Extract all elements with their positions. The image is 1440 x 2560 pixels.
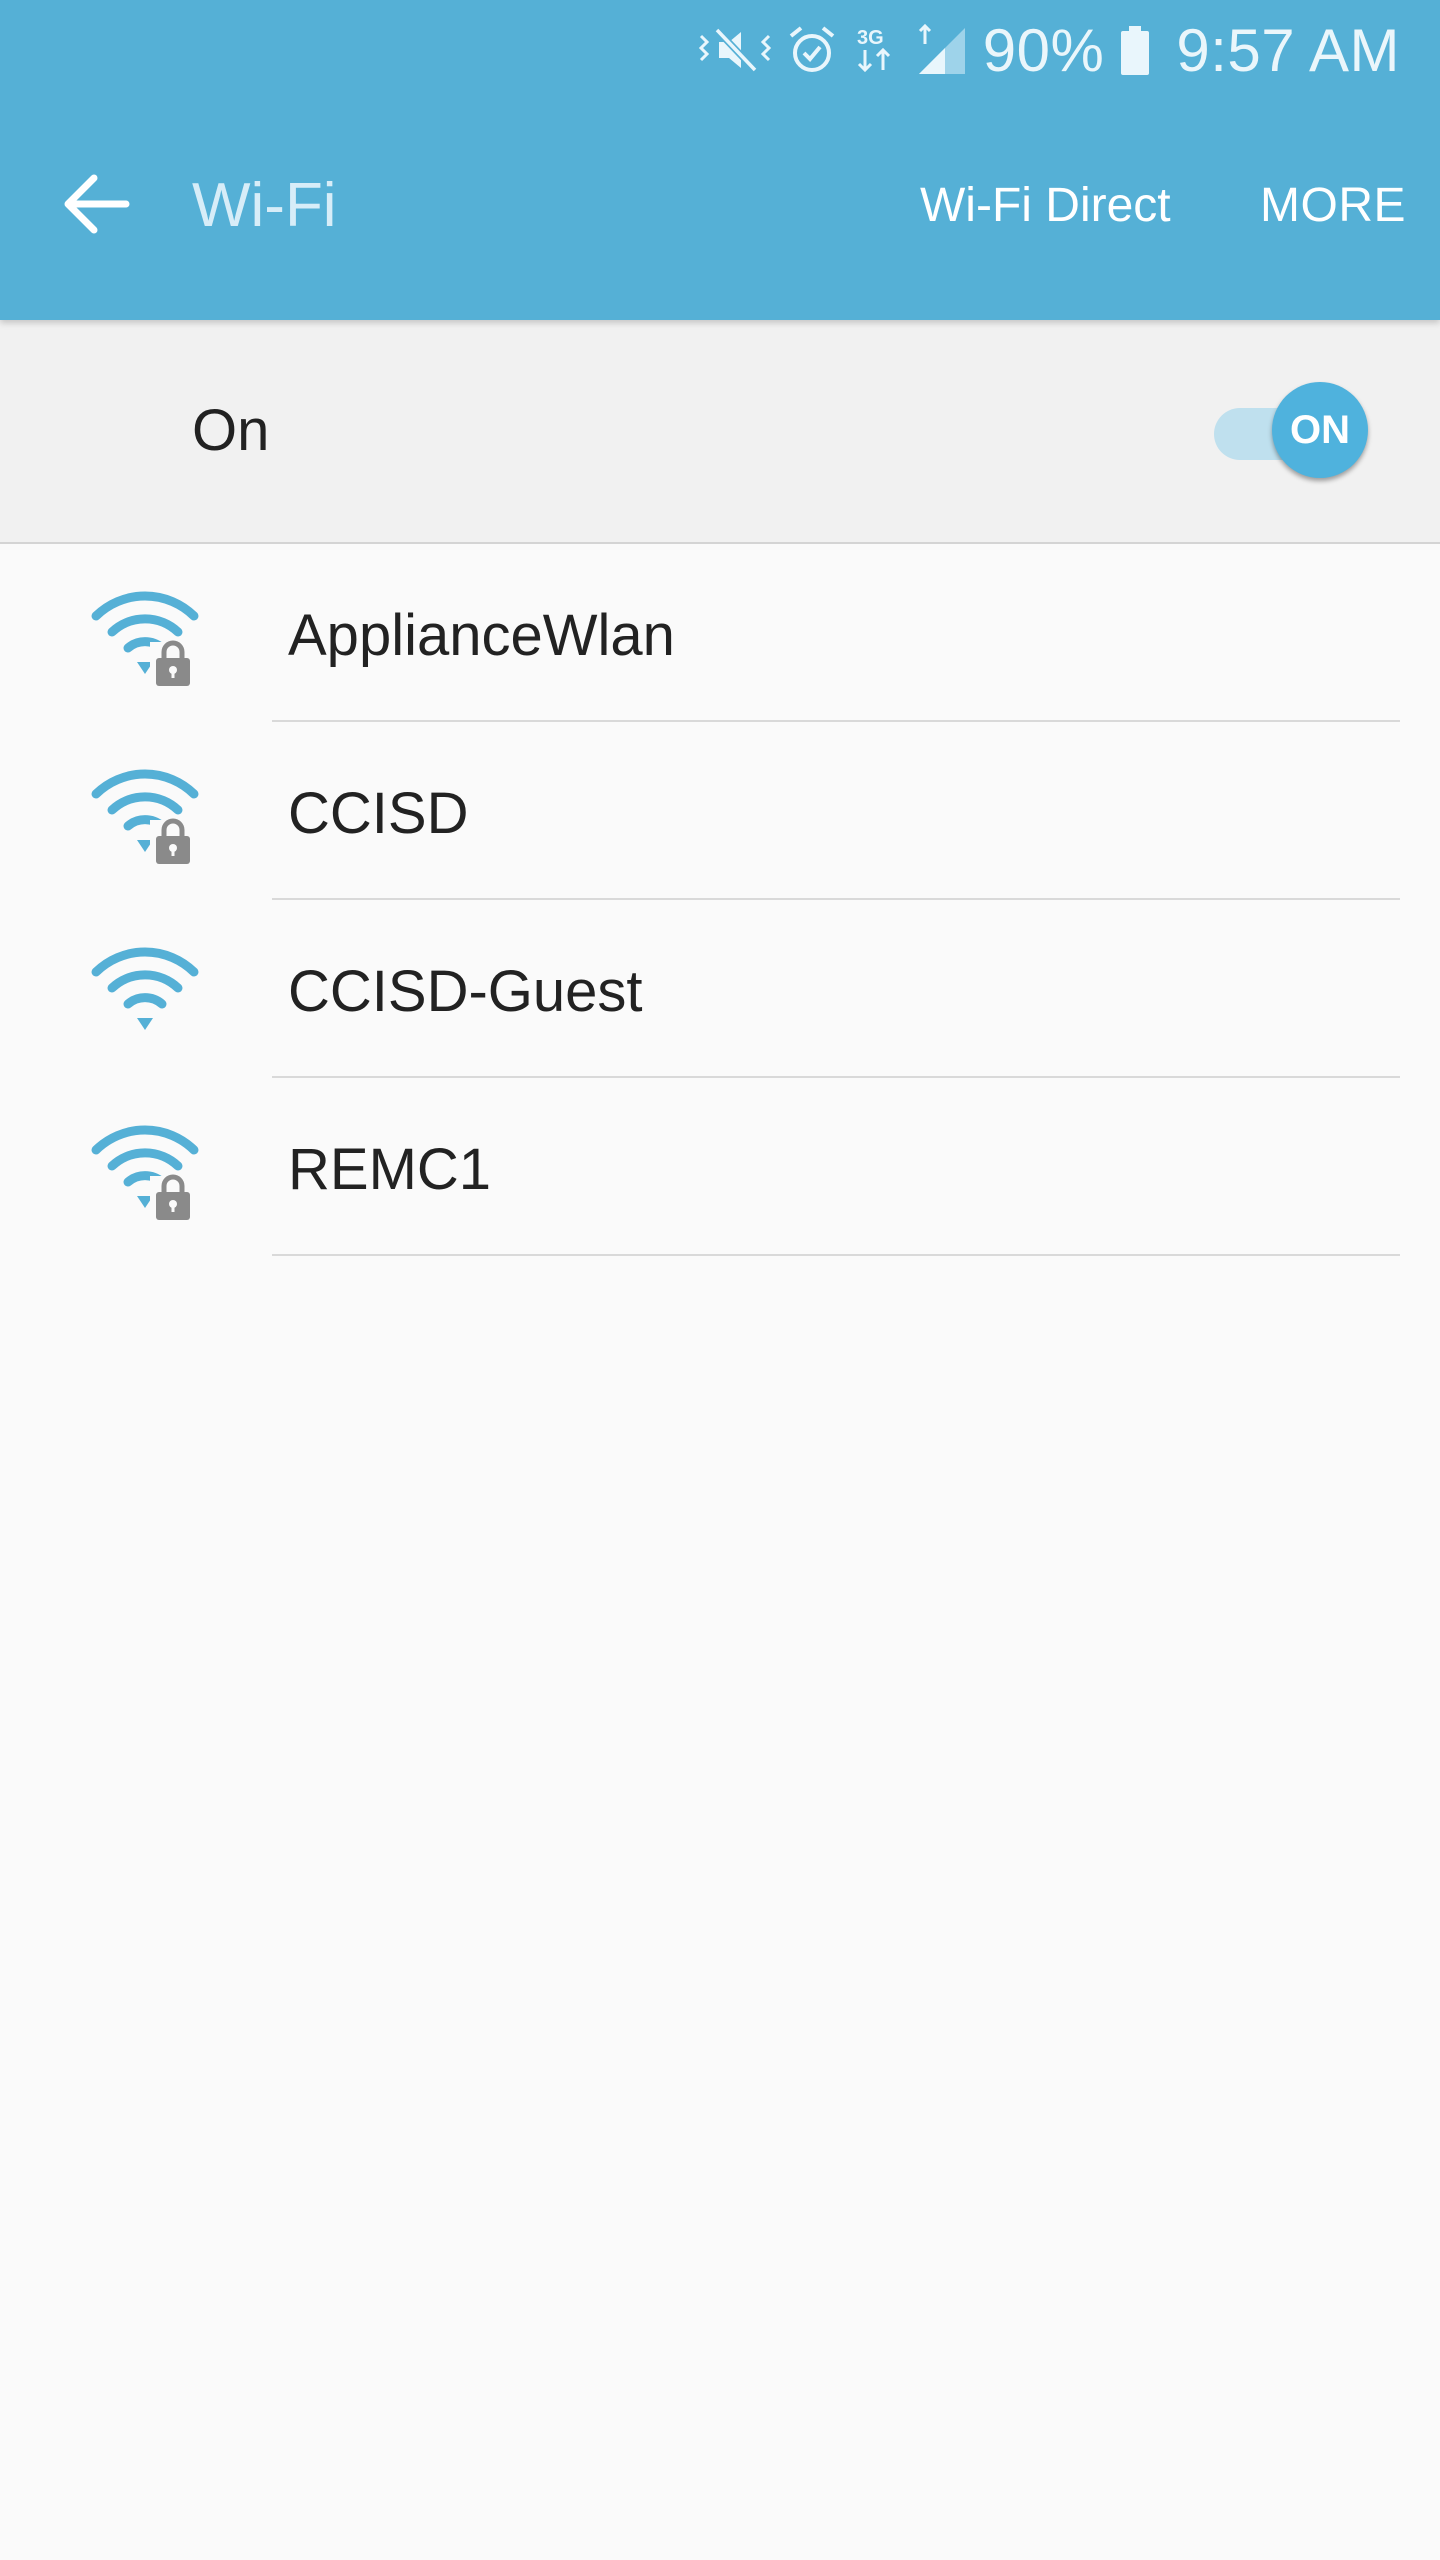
wifi-direct-button[interactable]: Wi-Fi Direct bbox=[920, 180, 1171, 232]
alarm-icon bbox=[787, 22, 837, 78]
wifi-secured-icon bbox=[90, 1124, 200, 1224]
wifi-master-switch-row[interactable]: On ON bbox=[0, 320, 1440, 544]
3g-data-icon: 3G bbox=[851, 22, 901, 78]
wifi-secured-icon bbox=[90, 590, 200, 690]
back-button[interactable] bbox=[48, 158, 144, 254]
network-item[interactable]: REMC1 bbox=[0, 1078, 1440, 1256]
network-name: ApplianceWlan bbox=[288, 603, 675, 668]
network-name: CCISD bbox=[288, 781, 469, 846]
svg-text:3G: 3G bbox=[857, 27, 884, 49]
network-item[interactable]: ApplianceWlan bbox=[0, 544, 1440, 722]
wifi-open-icon bbox=[90, 946, 200, 1046]
network-list: ApplianceWlan CCISD CCISD-Guest REMC1 bbox=[0, 544, 1440, 1256]
signal-icon bbox=[915, 22, 969, 78]
network-item[interactable]: CCISD-Guest bbox=[0, 900, 1440, 1078]
status-icons: 3G 90% 9:57 AM bbox=[697, 14, 1400, 86]
wifi-settings-screen: 3G 90% 9:57 AM Wi-Fi Wi-Fi Direct MORE O… bbox=[0, 0, 1440, 2560]
toggle-label: ON bbox=[1290, 407, 1350, 452]
wifi-toggle-switch[interactable]: ON bbox=[1214, 382, 1370, 482]
battery-percent: 90% bbox=[982, 16, 1105, 84]
app-bar: Wi-Fi Wi-Fi Direct MORE bbox=[0, 100, 1440, 320]
clock: 9:57 AM bbox=[1176, 16, 1400, 84]
status-bar: 3G 90% 9:57 AM bbox=[0, 0, 1440, 100]
network-name: REMC1 bbox=[288, 1137, 492, 1202]
wifi-state-label: On bbox=[192, 398, 270, 463]
battery-icon bbox=[1118, 22, 1152, 78]
toggle-thumb: ON bbox=[1272, 382, 1368, 478]
back-arrow-icon bbox=[60, 172, 132, 241]
divider bbox=[272, 1254, 1400, 1256]
wifi-secured-icon bbox=[90, 768, 200, 868]
vibrate-mute-icon bbox=[697, 22, 773, 78]
more-button[interactable]: MORE bbox=[1260, 180, 1406, 232]
page-title: Wi-Fi bbox=[192, 171, 337, 240]
network-name: CCISD-Guest bbox=[288, 959, 643, 1024]
network-item[interactable]: CCISD bbox=[0, 722, 1440, 900]
header: 3G 90% 9:57 AM Wi-Fi Wi-Fi Direct MORE bbox=[0, 0, 1440, 320]
